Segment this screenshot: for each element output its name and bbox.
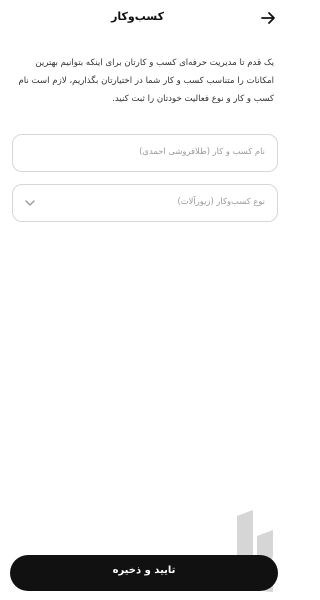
page-title: کسب‌وکار	[111, 10, 164, 23]
intro-text: یک قدم تا مدیریت حرفه‌ای کسب و کارتان بر…	[18, 58, 274, 104]
business-setup-screen: کسب‌وکار یک قدم تا مدیریت حرفه‌ای کسب و …	[0, 0, 288, 600]
submit-button[interactable]: تایید و ذخیره	[10, 555, 278, 591]
app-header: کسب‌وکار	[0, 0, 288, 40]
business-name-input[interactable]: نام کسب و کار (طلافروشی احمدی)	[12, 134, 278, 172]
business-type-select[interactable]: نوع کسب‌وکار (زیورآلات)	[12, 184, 278, 222]
business-type-placeholder: نوع کسب‌وکار (زیورآلات)	[177, 196, 265, 206]
business-name-placeholder: نام کسب و کار (طلافروشی احمدی)	[139, 146, 265, 156]
submit-button-label: تایید و ذخیره	[112, 565, 176, 576]
arrow-right-icon[interactable]	[260, 10, 276, 26]
chevron-down-icon	[25, 200, 35, 206]
